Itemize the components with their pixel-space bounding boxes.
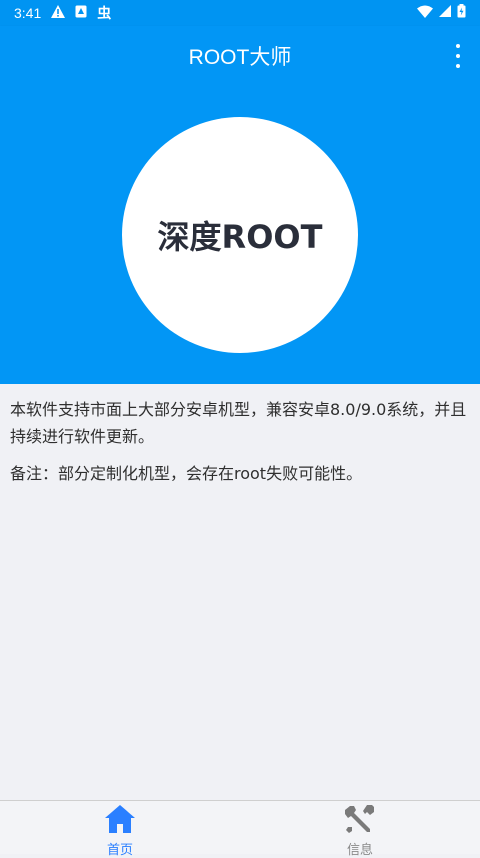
- wifi-icon: [417, 5, 433, 22]
- menu-dot: [456, 64, 460, 68]
- warning-icon: [51, 4, 66, 22]
- bottom-navigation: 首页 信息: [0, 800, 480, 858]
- description-section: 本软件支持市面上大部分安卓机型，兼容安卓8.0/9.0系统，并且持续进行软件更新…: [10, 396, 472, 497]
- battery-icon: [457, 4, 466, 22]
- status-time: 3:41: [14, 5, 42, 21]
- menu-dot: [456, 44, 460, 48]
- nav-item-home[interactable]: 首页: [0, 801, 240, 858]
- nav-label-home: 首页: [106, 843, 133, 858]
- page-title: ROOT大师: [188, 46, 292, 69]
- note-text: 备注：部分定制化机型，会存在root失败可能性。: [10, 464, 363, 483]
- home-icon: [104, 804, 136, 838]
- more-vert-icon[interactable]: [450, 44, 466, 68]
- deep-root-button[interactable]: 深度ROOT: [122, 117, 358, 353]
- status-bar: 3:41 虫: [0, 0, 480, 26]
- description-text: 本软件支持市面上大部分安卓机型，兼容安卓8.0/9.0系统，并且持续进行软件更新…: [10, 400, 467, 446]
- menu-dot: [456, 54, 460, 58]
- tools-icon: [345, 804, 375, 838]
- worm-app-icon: 虫: [97, 6, 112, 22]
- signal-icon: [439, 5, 451, 21]
- sim-app-icon: [75, 5, 87, 22]
- nav-item-info[interactable]: 信息: [240, 801, 480, 858]
- nav-label-info: 信息: [346, 843, 373, 858]
- deep-root-label: 深度ROOT: [157, 218, 323, 256]
- app-bar: ROOT大师: [0, 26, 480, 86]
- hero-banner: 深度ROOT: [0, 86, 480, 384]
